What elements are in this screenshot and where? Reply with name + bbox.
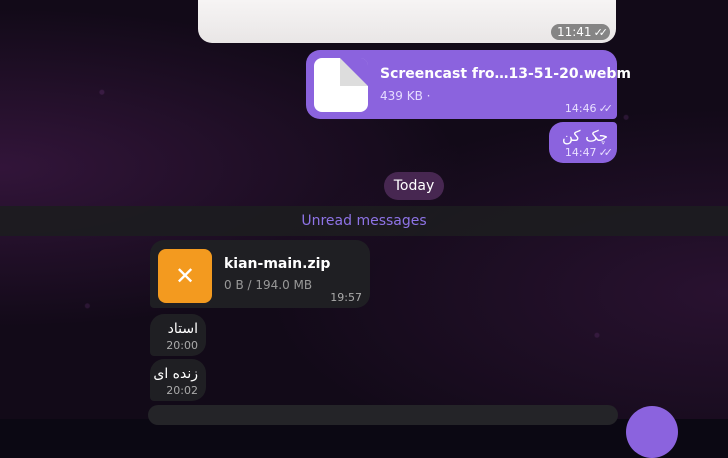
close-icon[interactable]: ✕ bbox=[158, 249, 212, 303]
date-separator: Today bbox=[384, 172, 444, 200]
message-input-bar[interactable] bbox=[148, 405, 618, 425]
message-time: 20:02 bbox=[166, 384, 198, 397]
message-time: 14:47 bbox=[564, 146, 597, 159]
message-time-pill: 11:41 ✓✓ bbox=[550, 24, 610, 40]
double-check-icon: ✓✓ bbox=[598, 102, 614, 115]
outgoing-file-message[interactable]: Screencast fro…13-51-20.webm 439 KB · 14… bbox=[306, 50, 631, 119]
message-text: زنده ای bbox=[153, 366, 198, 382]
message-meta: 14:46 ✓✓ bbox=[564, 102, 614, 115]
file-name: Screencast fro…13-51-20.webm bbox=[380, 66, 631, 82]
document-icon[interactable] bbox=[314, 58, 368, 112]
file-name: kian-main.zip bbox=[224, 256, 331, 272]
incoming-text-message[interactable]: استاد 20:00 bbox=[150, 314, 206, 356]
file-download-progress: 0 B / 194.0 MB bbox=[224, 278, 313, 292]
message-text: چک کن bbox=[561, 127, 608, 145]
message-text: استاد bbox=[167, 321, 198, 337]
outgoing-text-message[interactable]: چک کن 14:47 ✓✓ bbox=[549, 122, 617, 163]
incoming-text-message[interactable]: زنده ای 20:02 bbox=[150, 359, 206, 401]
unread-messages-divider: Unread messages bbox=[0, 206, 728, 236]
message-time: 11:41 bbox=[556, 25, 592, 39]
double-check-icon: ✓✓ bbox=[598, 146, 614, 159]
outgoing-media-bubble[interactable]: 11:41 ✓✓ bbox=[198, 0, 616, 43]
message-time: 20:00 bbox=[166, 339, 198, 352]
message-meta: 14:47 ✓✓ bbox=[564, 146, 614, 159]
double-check-icon: ✓✓ bbox=[593, 25, 609, 39]
file-size: 439 KB · bbox=[380, 89, 431, 103]
incoming-file-message[interactable]: ✕ kian-main.zip 0 B / 194.0 MB 19:57 bbox=[150, 240, 370, 308]
message-time: 19:57 bbox=[330, 291, 362, 304]
message-time: 14:46 bbox=[564, 102, 597, 115]
send-button[interactable] bbox=[626, 406, 678, 458]
